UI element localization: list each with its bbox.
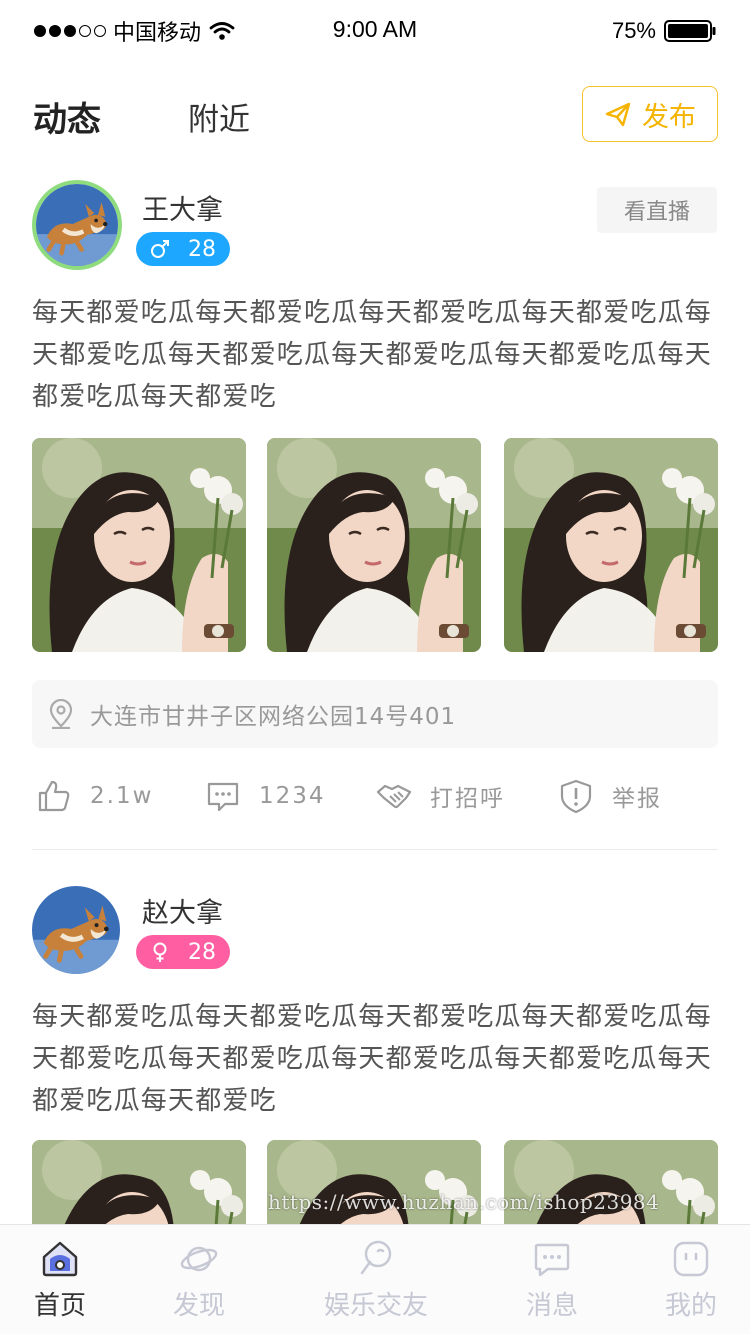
like-count: 2.1w bbox=[90, 783, 154, 809]
publish-label: 发布 bbox=[642, 101, 696, 133]
avatar[interactable] bbox=[32, 886, 120, 974]
gender-age-badge: 28 bbox=[136, 935, 230, 969]
female-icon bbox=[153, 942, 167, 962]
top-header: 动态 附近 发布 bbox=[0, 84, 750, 144]
location-bar[interactable]: 大连市甘井子区网络公园14号401 bbox=[32, 680, 718, 748]
tab-label: 发现 bbox=[172, 1291, 225, 1321]
post-text: 每天都爱吃瓜每天都爱吃瓜每天都爱吃瓜每天都爱吃瓜每天都爱吃瓜每天都爱吃瓜每天都爱… bbox=[32, 298, 713, 412]
watermark: https://www.huzhan.com/ishop23984 bbox=[268, 1190, 660, 1214]
tab-nearby[interactable]: 附近 bbox=[188, 94, 250, 139]
user-name[interactable]: 赵大拿 bbox=[142, 891, 223, 930]
profile-icon bbox=[673, 1241, 709, 1277]
bottom-tab-bar: 首页 发现 娱乐交友 消息 我的 bbox=[0, 1224, 750, 1334]
age-value: 28 bbox=[188, 939, 216, 965]
report-label: 举报 bbox=[612, 786, 662, 812]
male-icon bbox=[151, 240, 169, 258]
send-icon bbox=[605, 102, 631, 127]
handshake-icon bbox=[376, 784, 412, 809]
avatar[interactable] bbox=[32, 180, 122, 270]
balloon-icon bbox=[360, 1240, 392, 1275]
tab-label: 消息 bbox=[525, 1291, 578, 1321]
greet-label: 打招呼 bbox=[430, 786, 505, 812]
tab-entertainment[interactable]: 娱乐交友 bbox=[306, 1239, 446, 1329]
gender-age-badge: 28 bbox=[136, 232, 230, 266]
post-divider bbox=[32, 849, 718, 850]
watch-live-button[interactable]: 看直播 bbox=[597, 187, 717, 233]
tab-messages[interactable]: 消息 bbox=[482, 1239, 622, 1329]
tab-home[interactable]: 首页 bbox=[0, 1239, 130, 1329]
tab-discover[interactable]: 发现 bbox=[129, 1239, 269, 1329]
user-name[interactable]: 王大拿 bbox=[142, 188, 223, 227]
home-icon bbox=[42, 1241, 78, 1277]
report-icon bbox=[560, 779, 592, 814]
message-icon bbox=[534, 1243, 570, 1277]
tab-moments[interactable]: 动态 bbox=[33, 92, 101, 141]
like-button[interactable]: 2.1w bbox=[36, 776, 153, 816]
post-text: 每天都爱吃瓜每天都爱吃瓜每天都爱吃瓜每天都爱吃瓜每天都爱吃瓜每天都爱吃瓜每天都爱… bbox=[32, 1002, 713, 1116]
thumbs-up-icon bbox=[38, 780, 70, 812]
status-bar: 中国移动 9:00 AM 75% bbox=[0, 0, 750, 62]
status-right: 75% bbox=[612, 14, 716, 48]
battery-percent: 75% bbox=[611, 18, 656, 43]
tab-label: 首页 bbox=[33, 1291, 86, 1321]
greet-button[interactable]: 打招呼 bbox=[376, 776, 505, 816]
location-pin-icon bbox=[49, 699, 73, 729]
post-photo[interactable] bbox=[32, 1140, 246, 1224]
comment-icon bbox=[207, 782, 239, 812]
age-value: 28 bbox=[188, 236, 216, 262]
tab-label: 我的 bbox=[664, 1291, 717, 1321]
planet-icon bbox=[180, 1246, 218, 1272]
post-photo[interactable] bbox=[504, 438, 718, 652]
post-photo[interactable] bbox=[267, 438, 481, 652]
tab-label: 娱乐交友 bbox=[323, 1291, 428, 1321]
location-text: 大连市甘井子区网络公园14号401 bbox=[90, 704, 457, 730]
comment-count: 1234 bbox=[259, 783, 326, 809]
comment-button[interactable]: 1234 bbox=[205, 776, 326, 816]
post-photo[interactable] bbox=[32, 438, 246, 652]
publish-button[interactable]: 发布 bbox=[582, 86, 718, 142]
battery-icon bbox=[664, 20, 716, 42]
tab-profile[interactable]: 我的 bbox=[621, 1239, 750, 1329]
report-button[interactable]: 举报 bbox=[558, 776, 662, 816]
